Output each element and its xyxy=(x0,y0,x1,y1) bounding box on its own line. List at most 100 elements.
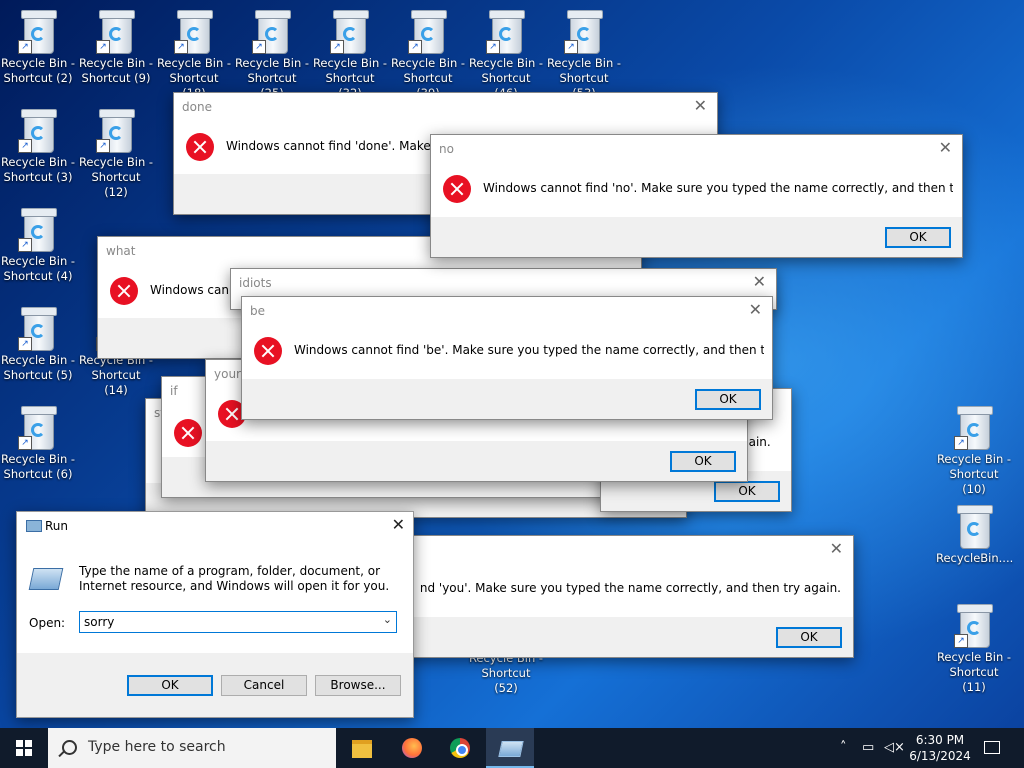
chevron-down-icon[interactable]: ⌄ xyxy=(383,613,392,626)
ok-button[interactable]: OK xyxy=(776,627,842,648)
error-icon xyxy=(186,133,214,161)
recycle-bin-shortcut[interactable]: ↗ Recycle Bin - Shortcut (6) xyxy=(0,402,76,498)
recycle-bin-shortcut[interactable]: ↗ Recycle Bin - Shortcut (53) xyxy=(546,6,622,102)
ok-button[interactable]: OK xyxy=(695,389,761,410)
recycle-bin-icon: ↗ xyxy=(96,10,135,54)
close-icon[interactable]: ✕ xyxy=(749,300,762,319)
error-dialog-be[interactable]: be ✕ Windows cannot find 'be'. Make sure… xyxy=(241,296,773,420)
recycle-bin-icon xyxy=(956,505,993,549)
folder-icon xyxy=(352,740,372,758)
icon-label: Recycle Bin - Shortcut (3) xyxy=(0,155,76,184)
dialog-title: if xyxy=(170,384,178,398)
icon-label: Recycle Bin - Shortcut (6) xyxy=(0,452,76,481)
dialog-footer xyxy=(242,379,772,419)
recycle-bin[interactable]: RecycleBin.... xyxy=(936,501,1014,597)
recycle-bin-shortcut[interactable]: ↗ Recycle Bin - Shortcut (2) xyxy=(0,6,76,102)
recycle-bin-icon: ↗ xyxy=(18,406,57,450)
dialog-title: no xyxy=(439,142,454,156)
windows-logo-icon xyxy=(16,740,32,756)
error-dialog-no[interactable]: no ✕ Windows cannot find 'no'. Make sure… xyxy=(430,134,963,258)
network-icon[interactable]: ▭ xyxy=(862,740,874,755)
dialog-footer xyxy=(431,217,962,257)
cancel-button[interactable]: Cancel xyxy=(221,675,307,696)
recycle-bin-shortcut[interactable]: ↗ Recycle Bin - Shortcut (39) xyxy=(390,6,466,102)
ok-button[interactable]: OK xyxy=(714,481,780,502)
run-icon xyxy=(498,741,524,757)
icon-label: Recycle Bin - Shortcut (14) xyxy=(78,353,154,397)
icon-label: Recycle Bin - Shortcut (9) xyxy=(78,56,154,85)
recycle-bin-icon: ↗ xyxy=(330,10,369,54)
recycle-bin-icon: ↗ xyxy=(408,10,447,54)
recycle-bin-icon: ↗ xyxy=(486,10,525,54)
dialog-title: what xyxy=(106,244,136,258)
browse-button[interactable]: Browse... xyxy=(315,675,401,696)
recycle-bin-shortcut[interactable]: ↗ Recycle Bin - Shortcut (25) xyxy=(234,6,310,102)
recycle-bin-shortcut[interactable]: ↗ Recycle Bin - Shortcut (12) xyxy=(78,105,154,201)
taskbar-firefox[interactable] xyxy=(388,728,436,768)
recycle-bin-shortcut[interactable]: ↗ Recycle Bin - Shortcut (32) xyxy=(312,6,388,102)
recycle-bin-shortcut[interactable]: ↗ Recycle Bin - Shortcut (3) xyxy=(0,105,76,201)
recycle-bin-icon: ↗ xyxy=(954,406,993,450)
recycle-bin-shortcut[interactable]: ↗ Recycle Bin - Shortcut (4) xyxy=(0,204,76,300)
close-icon[interactable]: ✕ xyxy=(939,138,952,157)
error-icon xyxy=(443,175,471,203)
close-icon[interactable]: ✕ xyxy=(830,539,843,558)
recycle-bin-icon: ↗ xyxy=(96,109,135,153)
open-input[interactable] xyxy=(84,613,364,631)
clock-time: 6:30 PM xyxy=(915,733,965,747)
error-dialog-you[interactable]: ✕ Windows cannot find 'you'. Make sure y… xyxy=(380,535,854,658)
clock-date: 6/13/2024 xyxy=(909,749,971,763)
recycle-bin-shortcut[interactable]: ↗ Recycle Bin - Shortcut (46) xyxy=(468,6,544,102)
open-combobox[interactable]: ⌄ xyxy=(79,611,397,633)
close-icon[interactable]: ✕ xyxy=(694,96,707,115)
recycle-bin-icon: ↗ xyxy=(174,10,213,54)
recycle-bin-icon: ↗ xyxy=(18,109,57,153)
dialog-message: Windows cannot find 'be'. Make sure you … xyxy=(294,343,764,357)
taskbar-search[interactable]: Type here to search xyxy=(48,728,336,768)
recycle-bin-shortcut[interactable]: ↗ Recycle Bin - Shortcut (10) xyxy=(936,402,1012,498)
notification-icon[interactable] xyxy=(984,741,1000,754)
icon-label: Recycle Bin - Shortcut (11) xyxy=(936,650,1012,694)
search-placeholder: Type here to search xyxy=(88,739,226,755)
icon-label: RecycleBin.... xyxy=(936,551,1014,565)
chrome-center xyxy=(456,744,468,756)
taskbar: Type here to search ˄ ▭ ◁× 6:30 PM 6/13/… xyxy=(0,728,1024,768)
taskbar-file-explorer[interactable] xyxy=(338,728,386,768)
error-icon xyxy=(254,337,282,365)
run-icon xyxy=(26,520,42,532)
recycle-bin-icon: ↗ xyxy=(252,10,291,54)
run-description: Type the name of a program, folder, docu… xyxy=(79,564,390,593)
firefox-icon xyxy=(402,738,422,758)
dialog-title: be xyxy=(250,304,265,318)
recycle-bin-icon: ↗ xyxy=(18,208,57,252)
dialog-footer xyxy=(206,441,747,481)
run-dialog[interactable]: Run ✕ Type the name of a program, folder… xyxy=(16,511,414,718)
recycle-bin-shortcut[interactable]: ↗ Recycle Bin - Shortcut (11) xyxy=(936,600,1012,696)
ok-button[interactable]: OK xyxy=(885,227,951,248)
icon-label: Recycle Bin - Shortcut (4) xyxy=(0,254,76,283)
dialog-message: Windows cannot find 'you'. Make sure you… xyxy=(421,581,841,595)
chevron-up-icon[interactable]: ˄ xyxy=(840,740,847,755)
close-icon[interactable]: ✕ xyxy=(392,515,405,534)
recycle-bin-shortcut[interactable]: ↗ Recycle Bin - Shortcut (9) xyxy=(78,6,154,102)
taskbar-run[interactable] xyxy=(486,728,534,768)
ok-button[interactable]: OK xyxy=(670,451,736,472)
dialog-title: done xyxy=(182,100,212,114)
error-icon xyxy=(174,419,202,447)
close-icon[interactable]: ✕ xyxy=(753,272,766,291)
recycle-bin-icon: ↗ xyxy=(18,10,57,54)
recycle-bin-shortcut[interactable]: ↗ Recycle Bin - Shortcut (18) xyxy=(156,6,232,102)
start-button[interactable] xyxy=(0,728,48,768)
ok-button[interactable]: OK xyxy=(127,675,213,696)
recycle-bin-shortcut[interactable]: ↗ Recycle Bin - Shortcut (5) xyxy=(0,303,76,399)
icon-label: Recycle Bin - Shortcut (12) xyxy=(78,155,154,199)
error-icon xyxy=(110,277,138,305)
search-icon xyxy=(62,740,77,755)
dialog-message: Windows cannot find 'no'. Make sure you … xyxy=(483,181,953,195)
dialog-title: your xyxy=(214,367,241,381)
icon-label: Recycle Bin - Shortcut (2) xyxy=(0,56,76,85)
clock[interactable]: 6:30 PM 6/13/2024 xyxy=(900,732,980,764)
recycle-bin-icon: ↗ xyxy=(564,10,603,54)
dialog-title: idiots xyxy=(239,276,272,290)
taskbar-chrome[interactable] xyxy=(436,728,484,768)
